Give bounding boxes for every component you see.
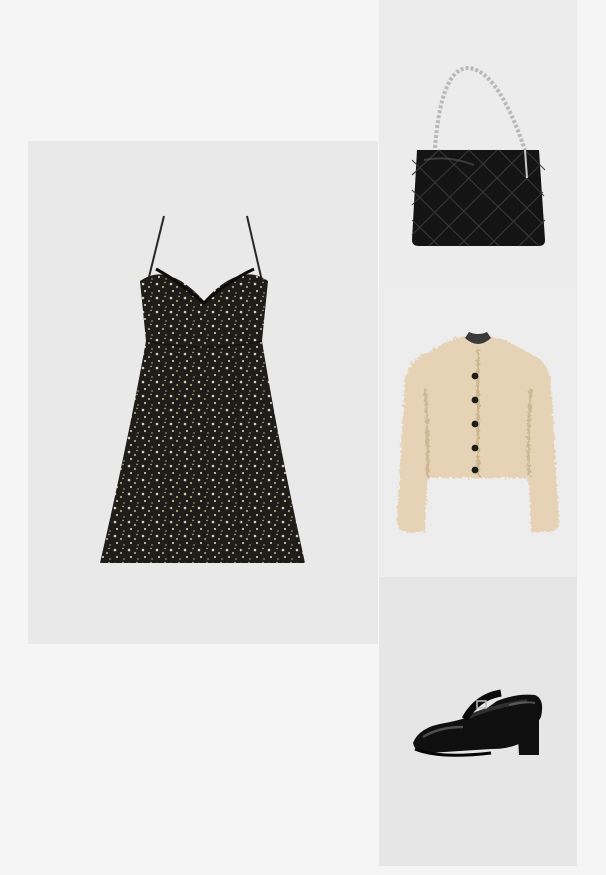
floral-slip-dress-image: [100, 215, 305, 563]
faux-fur-jacket-image: [397, 332, 559, 532]
bag-card[interactable]: [379, 0, 577, 288]
jacket-card[interactable]: [379, 288, 577, 577]
mary-jane-shoe-image: [413, 689, 543, 757]
shoe-card[interactable]: [379, 577, 577, 866]
quilted-chain-bag-image: [411, 65, 546, 247]
dress-card[interactable]: [28, 141, 378, 644]
